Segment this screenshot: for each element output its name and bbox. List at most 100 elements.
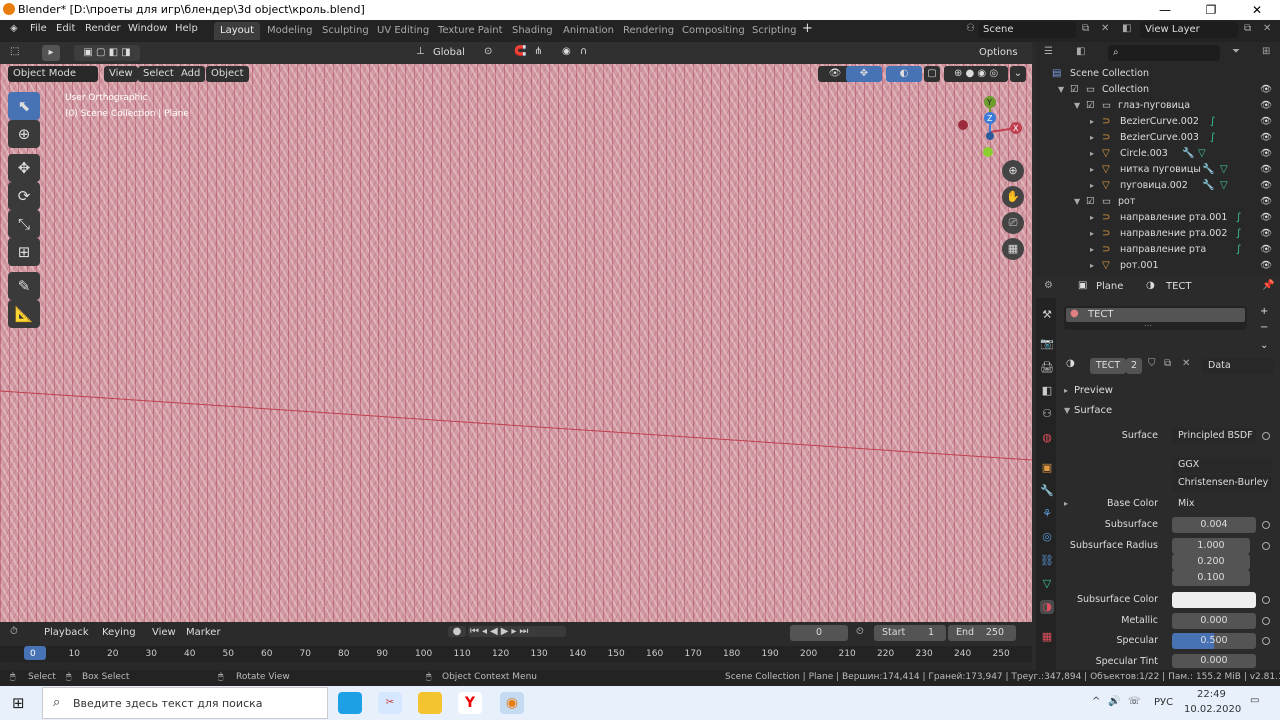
filter-icon[interactable]: ⏷	[1232, 46, 1240, 57]
eye-icon[interactable]: 👁	[1260, 226, 1272, 242]
checkbox-icon[interactable]: ☑	[1086, 98, 1095, 114]
pin-icon[interactable]: 📌	[1262, 280, 1274, 291]
socket-icon[interactable]	[1262, 432, 1270, 440]
maximize-button[interactable]: ❐	[1188, 1, 1234, 19]
render-tab-icon[interactable]: 📷	[1040, 337, 1054, 351]
base-color-link[interactable]: Mix	[1172, 496, 1272, 512]
start-frame-field[interactable]: Start 1	[874, 625, 946, 641]
select-box-tool[interactable]: ⬉	[8, 92, 40, 120]
data-tab-icon[interactable]: ▽	[1040, 577, 1054, 591]
tab-uv-editing[interactable]: UV Editing	[371, 22, 435, 40]
modifier-tab-icon[interactable]: 🔧	[1040, 484, 1054, 498]
particles-tab-icon[interactable]: ⚘	[1040, 507, 1054, 521]
record-icon[interactable]: ●	[448, 626, 466, 637]
eye-icon[interactable]: 👁	[1260, 258, 1272, 274]
zoom-icon[interactable]: ⊕	[1002, 160, 1024, 182]
blender-taskbar-icon[interactable]: ◉	[500, 692, 524, 714]
menu-object[interactable]: Object	[206, 66, 249, 82]
tray-chevron-icon[interactable]: ^	[1092, 696, 1100, 707]
expand-arrow-icon[interactable]: ▸	[1090, 210, 1094, 226]
clock-time[interactable]: 22:49	[1197, 689, 1226, 700]
cursor-tool[interactable]: ⊕	[8, 120, 40, 148]
expand-arrow-icon[interactable]: ▼	[1074, 194, 1080, 210]
metallic-field[interactable]: 0.000	[1172, 613, 1256, 629]
outliner-row[interactable]: ▸ ⊃ BezierCurve.003 ∫ 👁	[1036, 130, 1280, 146]
menu-timeline-view[interactable]: View	[152, 627, 176, 638]
remove-slot-icon[interactable]: −	[1260, 322, 1268, 333]
mode-dropdown[interactable]: Object Mode	[8, 66, 98, 82]
browse-material-icon[interactable]: ◑	[1066, 358, 1075, 369]
distribution-dropdown[interactable]: GGX	[1172, 457, 1272, 473]
navigation-gizmo[interactable]: Y Z X	[950, 92, 1030, 162]
menu-select[interactable]: Select	[138, 66, 179, 82]
tool-tab-icon[interactable]: ⚒	[1040, 308, 1054, 322]
menu-file[interactable]: File	[30, 23, 47, 34]
surface-panel-header[interactable]: Surface	[1074, 405, 1112, 416]
socket-icon[interactable]	[1262, 617, 1270, 625]
end-frame-field[interactable]: End 250	[948, 625, 1016, 641]
texture-tab-icon[interactable]: ▦	[1040, 630, 1054, 644]
expand-arrow-icon[interactable]: ▸	[1090, 226, 1094, 242]
outliner-search-input[interactable]: ⌕	[1108, 45, 1220, 61]
outliner-row[interactable]: ▸ ▽ Circle.003 🔧 ▽ 👁	[1036, 146, 1280, 162]
clock-date[interactable]: 10.02.2020	[1184, 704, 1241, 715]
constraints-tab-icon[interactable]: ⛓	[1040, 554, 1054, 568]
physics-tab-icon[interactable]: ◎	[1040, 530, 1054, 544]
unlink-material-icon[interactable]: ✕	[1182, 358, 1190, 369]
add-slot-icon[interactable]: +	[1260, 306, 1268, 317]
minimize-button[interactable]: —	[1142, 1, 1188, 19]
scene-tab-icon[interactable]: ⚇	[1040, 407, 1054, 421]
expand-arrow-icon[interactable]: ▼	[1058, 82, 1064, 98]
subsurface-radius-x[interactable]: 1.000	[1172, 538, 1250, 554]
fake-user-icon[interactable]: ⛉	[1148, 358, 1156, 369]
falloff-icon[interactable]: ∩	[580, 46, 587, 57]
network-icon[interactable]: ☏	[1128, 696, 1141, 707]
menu-keying[interactable]: Keying	[102, 627, 136, 638]
surface-collapse-icon[interactable]: ▼	[1064, 406, 1070, 415]
grid-perspective-icon[interactable]: ▦	[1002, 238, 1024, 260]
output-tab-icon[interactable]: 🖨	[1040, 361, 1054, 375]
view-layer-tab-icon[interactable]: ◧	[1040, 384, 1054, 398]
display-mode-icon[interactable]: ◧	[1076, 46, 1085, 57]
link-dropdown[interactable]: Data	[1202, 358, 1274, 374]
tab-animation[interactable]: Animation	[557, 22, 620, 40]
snap-icon[interactable]: 🧲	[514, 46, 526, 57]
tab-scripting[interactable]: Scripting	[746, 22, 802, 40]
object-tab-icon[interactable]: ▣	[1040, 461, 1054, 475]
selection-mode-icons[interactable]: ▣ ▢ ◧ ◨	[74, 45, 140, 61]
outliner-editor-icon[interactable]: ☰	[1044, 46, 1053, 57]
outliner-row[interactable]: ▸ ▽ пуговица.002 🔧 ▽ 👁	[1036, 178, 1280, 194]
transform-tool[interactable]: ⊞	[8, 238, 40, 266]
annotate-tool[interactable]: ✎	[8, 272, 40, 300]
outliner-row[interactable]: ▸ ⊃ направление рта.002 ∫ 👁	[1036, 226, 1280, 242]
menu-edit[interactable]: Edit	[56, 23, 75, 34]
menu-help[interactable]: Help	[175, 23, 198, 34]
tab-compositing[interactable]: Compositing	[676, 22, 751, 40]
options-dropdown[interactable]: Options	[974, 45, 1026, 61]
snap-options-icon[interactable]: ⋔	[534, 46, 542, 57]
select-tool-icon[interactable]: ▸	[42, 45, 60, 61]
shading-options-icon[interactable]: ⌄	[1010, 66, 1026, 82]
socket-icon[interactable]	[1262, 596, 1270, 604]
subsurface-field[interactable]: 0.004	[1172, 517, 1256, 533]
expand-arrow-icon[interactable]: ▸	[1090, 178, 1094, 194]
specular-slider[interactable]: 0.500	[1172, 633, 1256, 649]
scene-close-icon[interactable]: ✕	[1101, 23, 1109, 34]
move-tool[interactable]: ✥	[8, 154, 40, 182]
subsurface-method-dropdown[interactable]: Christensen-Burley	[1172, 475, 1272, 491]
camera-icon[interactable]: ⎚	[1002, 212, 1024, 234]
menu-add[interactable]: Add	[176, 66, 206, 82]
new-collection-icon[interactable]: ⊞	[1262, 46, 1270, 57]
eye-icon[interactable]: 👁	[1260, 162, 1272, 178]
socket-icon[interactable]	[1262, 637, 1270, 645]
current-frame-field[interactable]: 0	[790, 625, 848, 641]
outliner-row[interactable]: ▸ ▽ нитка пуговицы 🔧 ▽ 👁	[1036, 162, 1280, 178]
volume-icon[interactable]: 🔊	[1108, 696, 1120, 707]
menu-view[interactable]: View	[104, 66, 138, 82]
pivot-point-icon[interactable]: ⊙	[484, 46, 492, 57]
timeline-editor-icon[interactable]: ⏱	[10, 626, 18, 637]
menu-playback[interactable]: Playback	[44, 627, 89, 638]
material-tab-icon[interactable]: ◑	[1040, 600, 1054, 614]
outliner-row[interactable]: ▼ ☑ ▭ глаз-пуговица 👁	[1036, 98, 1280, 114]
subsurface-radius-y[interactable]: 0.200	[1172, 554, 1250, 570]
